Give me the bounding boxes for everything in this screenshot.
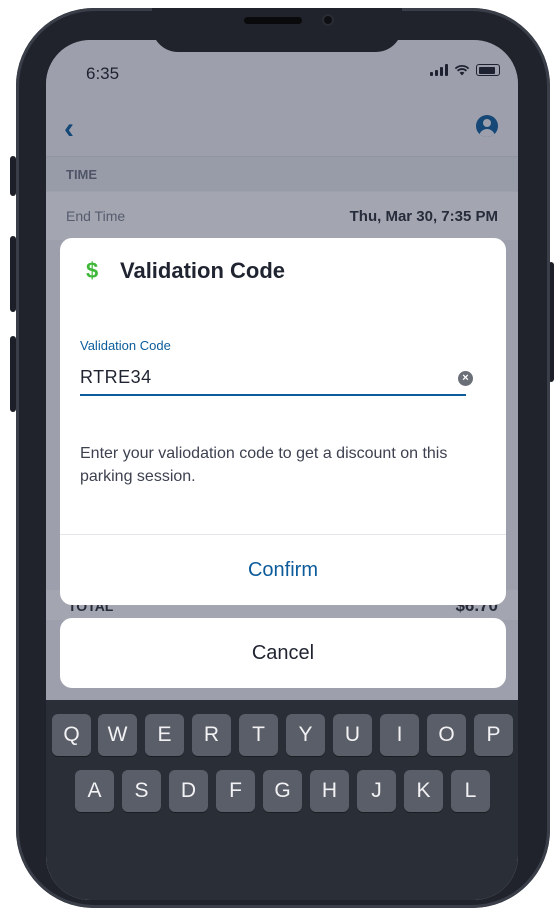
key-r[interactable]: R	[192, 714, 231, 756]
key-g[interactable]: G	[263, 770, 302, 812]
key-k[interactable]: K	[404, 770, 443, 812]
key-f[interactable]: F	[216, 770, 255, 812]
key-i[interactable]: I	[380, 714, 419, 756]
speaker-grille	[244, 17, 302, 24]
key-w[interactable]: W	[98, 714, 137, 756]
key-l[interactable]: L	[451, 770, 490, 812]
cancel-sheet: Cancel	[60, 618, 506, 688]
key-e[interactable]: E	[145, 714, 184, 756]
notch	[152, 8, 402, 52]
phone-frame: 6:35 ‹ TIME End Time Thu, Mar 30, 7:35 P…	[16, 8, 550, 908]
screen: 6:35 ‹ TIME End Time Thu, Mar 30, 7:35 P…	[46, 40, 518, 900]
key-t[interactable]: T	[239, 714, 278, 756]
keyboard: Q W E R T Y U I O P A S D F G H J K L	[46, 700, 518, 900]
key-p[interactable]: P	[474, 714, 513, 756]
help-text: Enter your valiodation code to get a dis…	[80, 445, 448, 485]
key-y[interactable]: Y	[286, 714, 325, 756]
cancel-button[interactable]: Cancel	[60, 618, 506, 688]
validation-code-input[interactable]	[80, 360, 466, 396]
key-o[interactable]: O	[427, 714, 466, 756]
key-q[interactable]: Q	[52, 714, 91, 756]
key-a[interactable]: A	[75, 770, 114, 812]
key-h[interactable]: H	[310, 770, 349, 812]
key-u[interactable]: U	[333, 714, 372, 756]
dollar-icon: $	[86, 258, 99, 283]
key-j[interactable]: J	[357, 770, 396, 812]
key-d[interactable]: D	[169, 770, 208, 812]
clear-input-icon[interactable]: ×	[458, 371, 473, 386]
confirm-button[interactable]: Confirm	[60, 535, 506, 605]
dialog-title: Validation Code	[120, 258, 286, 283]
key-s[interactable]: S	[122, 770, 161, 812]
validation-dialog: $ Validation Code Validation Code × Ente…	[60, 238, 506, 605]
validation-code-label: Validation Code	[80, 338, 171, 353]
front-camera	[322, 14, 334, 26]
